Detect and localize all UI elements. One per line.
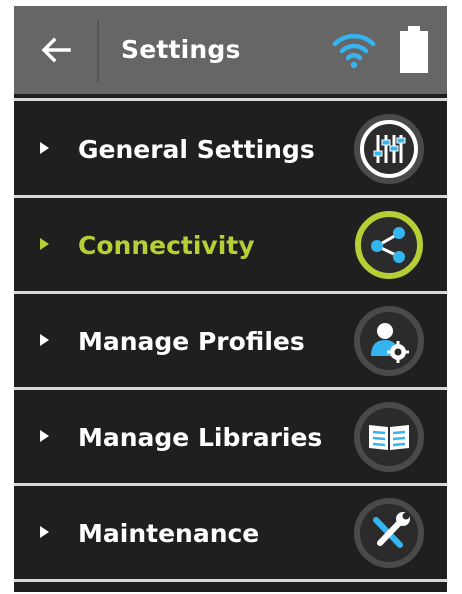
settings-screen: Settings General Settings Connectivity M… — [14, 6, 447, 592]
menu-item-label: Manage Profiles — [78, 327, 305, 356]
book-icon — [354, 402, 424, 472]
wifi-icon — [332, 33, 376, 69]
menu-item-label: Connectivity — [78, 231, 255, 260]
profile-settings-icon — [354, 306, 424, 376]
menu-item-connectivity[interactable]: Connectivity — [14, 198, 447, 294]
back-button[interactable] — [14, 6, 98, 94]
caret-right-icon — [40, 430, 49, 442]
caret-right-icon — [40, 142, 49, 154]
menu-item-label: Maintenance — [78, 519, 260, 548]
tools-icon — [354, 498, 424, 568]
caret-right-icon — [40, 526, 49, 538]
settings-menu: General Settings Connectivity Manage Pro… — [14, 102, 447, 582]
menu-item-manage-libraries[interactable]: Manage Libraries — [14, 390, 447, 486]
menu-item-general-settings[interactable]: General Settings — [14, 102, 447, 198]
header-bar: Settings — [14, 6, 447, 94]
menu-item-label: Manage Libraries — [78, 423, 323, 452]
arrow-left-icon — [41, 37, 71, 63]
page-title: Settings — [121, 35, 241, 64]
header-divider — [97, 20, 99, 82]
battery-icon — [400, 26, 428, 73]
share-icon — [355, 211, 423, 279]
menu-item-manage-profiles[interactable]: Manage Profiles — [14, 294, 447, 390]
caret-right-icon — [40, 238, 49, 250]
sliders-icon — [354, 114, 424, 184]
menu-item-maintenance[interactable]: Maintenance — [14, 486, 447, 582]
menu-item-label: General Settings — [78, 135, 315, 164]
header-separator — [14, 98, 447, 101]
caret-right-icon — [40, 334, 49, 346]
